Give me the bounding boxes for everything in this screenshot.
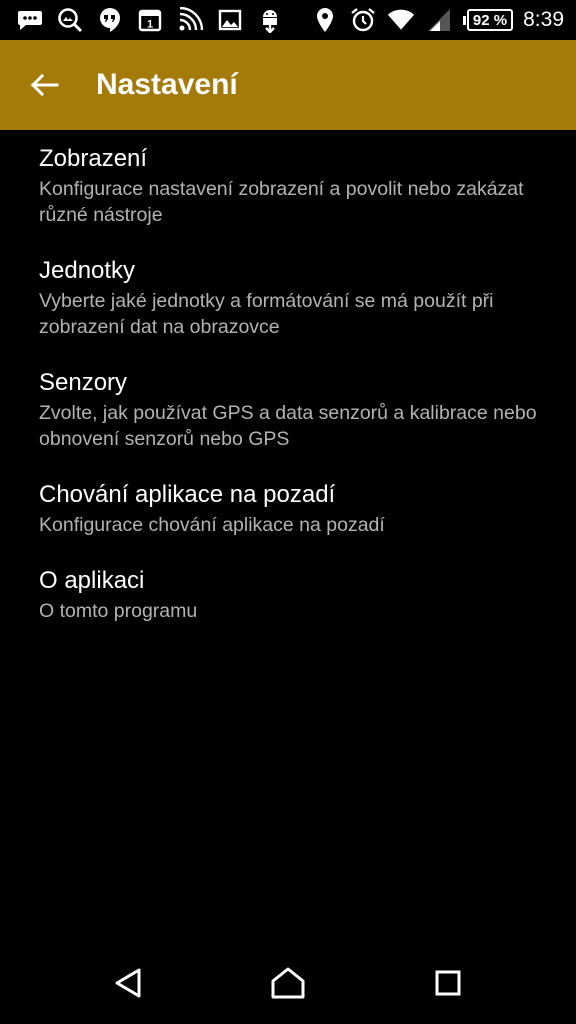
setting-summary: Konfigurace nastavení zobrazení a povoli…	[39, 178, 524, 226]
messages-icon	[16, 6, 44, 34]
svg-text:1: 1	[147, 19, 153, 31]
status-bar: 1 92 % 8:39	[0, 0, 576, 40]
nav-recents-button[interactable]	[418, 958, 478, 1008]
nfc-icon	[176, 6, 204, 34]
navigation-bar	[0, 940, 576, 1024]
setting-summary: Vyberte jaké jednotky a formátování se m…	[39, 290, 494, 338]
setting-summary: O tomto programu	[39, 600, 198, 622]
setting-background-behavior[interactable]: Chování aplikace na pozadí Konfigurace c…	[0, 466, 576, 552]
arrow-left-icon	[30, 73, 59, 97]
system-icons: 92 % 8:39	[311, 6, 564, 34]
calendar-icon: 1	[136, 6, 164, 34]
clock: 8:39	[523, 8, 564, 31]
setting-title: Chování aplikace na pozadí	[39, 481, 336, 508]
setting-title: Zobrazení	[39, 145, 148, 172]
alarm-icon	[349, 6, 377, 34]
android-download-icon	[256, 6, 284, 34]
setting-display[interactable]: Zobrazení Konfigurace nastavení zobrazen…	[0, 130, 576, 242]
wifi-icon	[387, 6, 415, 34]
setting-title: O aplikaci	[39, 567, 145, 594]
app-bar: Nastavení	[0, 40, 576, 130]
nav-back-button[interactable]	[98, 958, 158, 1008]
battery-tip	[462, 15, 466, 25]
setting-sensors[interactable]: Senzory Zvolte, jak používat GPS a data …	[0, 354, 576, 466]
battery-percent: 92 %	[466, 9, 514, 31]
setting-summary: Zvolte, jak používat GPS a data senzorů …	[39, 402, 537, 450]
hangouts-icon	[96, 6, 124, 34]
notification-icons: 1	[16, 6, 284, 34]
page-title: Nastavení	[96, 68, 238, 101]
setting-summary: Konfigurace chování aplikace na pozadí	[39, 514, 385, 536]
setting-units[interactable]: Jednotky Vyberte jaké jednotky a formáto…	[0, 242, 576, 354]
setting-title: Jednotky	[39, 257, 136, 284]
recents-icon	[435, 970, 461, 996]
home-icon	[271, 967, 305, 999]
back-triangle-icon	[115, 968, 141, 998]
settings-list: Zobrazení Konfigurace nastavení zobrazen…	[0, 130, 576, 638]
back-button[interactable]	[22, 63, 66, 107]
battery-indicator: 92 %	[462, 9, 514, 31]
gallery-icon	[216, 6, 244, 34]
setting-title: Senzory	[39, 369, 128, 396]
location-icon	[311, 6, 339, 34]
setting-about[interactable]: O aplikaci O tomto programu	[0, 552, 576, 638]
signal-icon	[425, 6, 453, 34]
image-search-icon	[56, 6, 84, 34]
nav-home-button[interactable]	[258, 958, 318, 1008]
